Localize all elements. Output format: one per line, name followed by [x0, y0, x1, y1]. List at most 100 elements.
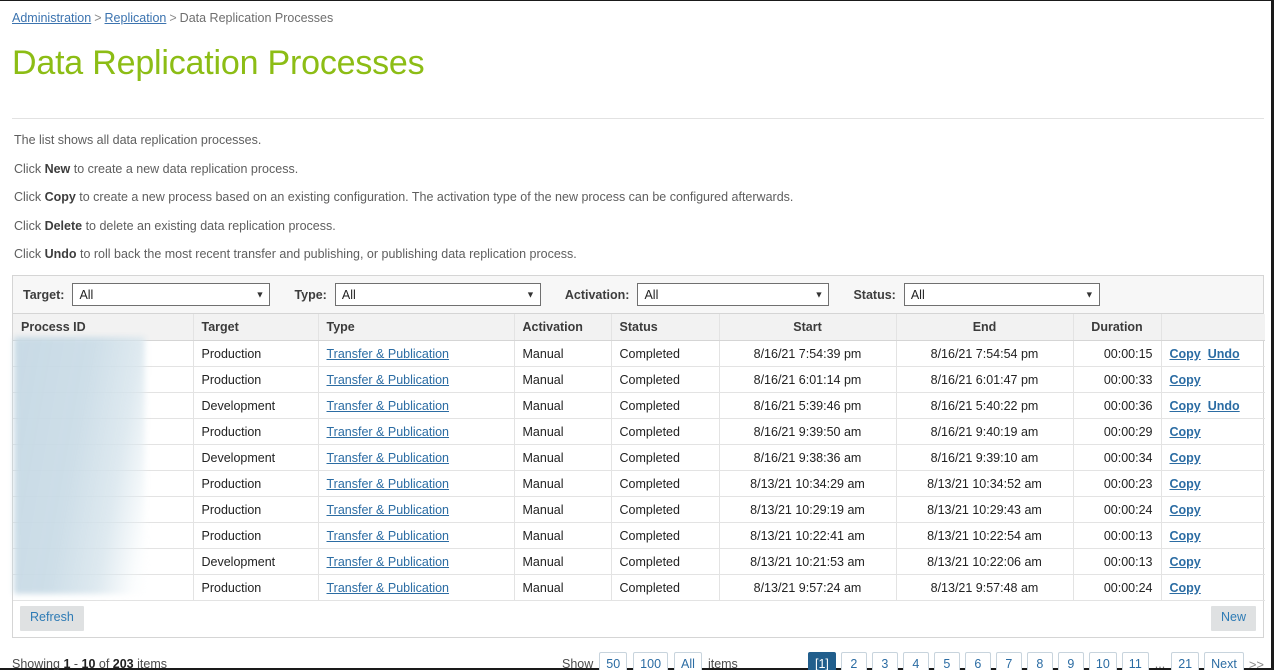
new-button[interactable]: New: [1210, 606, 1256, 632]
page-link-8[interactable]: 8: [1026, 652, 1053, 670]
cell-type: Transfer & Publication: [318, 548, 515, 576]
table-button-row: Refresh New: [13, 601, 1263, 638]
process-type-link[interactable]: Transfer & Publication: [327, 477, 450, 491]
page-link-10[interactable]: 10: [1088, 652, 1117, 670]
process-type-link[interactable]: Transfer & Publication: [327, 373, 450, 387]
refresh-button[interactable]: Refresh: [20, 606, 84, 632]
filter-select-activation[interactable]: All ▼: [637, 283, 830, 307]
cell-status: Completed: [611, 366, 720, 394]
page-link-3[interactable]: 3: [871, 652, 898, 670]
intro-line-1-text: The list shows all data replication proc…: [14, 133, 262, 148]
undo-link[interactable]: Undo: [1208, 347, 1240, 361]
table-footer: Showing 1 - 10 of 203 items Show 50 100 …: [12, 651, 1264, 670]
table-row: Production Transfer & Publication Manual Co…: [13, 574, 1265, 602]
page-link-5[interactable]: 5: [933, 652, 960, 670]
copy-link[interactable]: Copy: [1170, 373, 1201, 387]
cell-end: 8/16/21 9:40:19 am: [896, 418, 1074, 446]
copy-link[interactable]: Copy: [1170, 581, 1201, 595]
intro-line-5: Click Undo to roll back the most recent …: [14, 247, 1261, 261]
cell-duration: 00:00:23: [1073, 470, 1162, 498]
cell-process-id: [13, 522, 194, 550]
breadcrumb-link-replication[interactable]: Replication: [105, 11, 167, 25]
process-type-link[interactable]: Transfer & Publication: [327, 581, 450, 595]
page-size-50[interactable]: 50: [599, 652, 628, 670]
page-title: Data Replication Processes: [12, 44, 425, 82]
copy-link[interactable]: Copy: [1170, 425, 1201, 439]
page-link-1[interactable]: [1]: [807, 652, 836, 670]
page-link-4[interactable]: 4: [902, 652, 929, 670]
filter-select-status[interactable]: All ▼: [903, 283, 1100, 307]
filter-label-target: Target:: [23, 287, 65, 302]
process-type-link[interactable]: Transfer & Publication: [327, 399, 450, 413]
last-page-button[interactable]: >>: [1249, 657, 1264, 670]
cell-process-id: [13, 470, 194, 498]
column-header-process-id[interactable]: Process ID: [13, 314, 194, 342]
filter-label-activation: Activation:: [564, 287, 630, 302]
copy-link[interactable]: Copy: [1170, 347, 1201, 361]
breadcrumb-link-administration[interactable]: Administration: [12, 11, 91, 25]
cell-activation: Manual: [514, 392, 612, 420]
copy-link[interactable]: Copy: [1170, 451, 1201, 465]
cell-activation: Manual: [514, 522, 612, 550]
filter-select-target[interactable]: All ▼: [72, 283, 271, 307]
process-type-link[interactable]: Transfer & Publication: [327, 425, 450, 439]
page-link-last[interactable]: 21: [1171, 652, 1200, 670]
column-header-type[interactable]: Type: [318, 314, 515, 342]
cell-end: 8/13/21 10:34:52 am: [896, 470, 1074, 498]
copy-link[interactable]: Copy: [1170, 477, 1201, 491]
cell-type: Transfer & Publication: [318, 392, 515, 420]
cell-end: 8/13/21 9:57:48 am: [896, 574, 1074, 602]
column-header-status[interactable]: Status: [611, 314, 720, 342]
filter-group-target: Target: All ▼: [23, 283, 294, 307]
process-type-link[interactable]: Transfer & Publication: [327, 451, 450, 465]
filter-group-status: Status: All ▼: [853, 283, 1100, 307]
cell-activation: Manual: [514, 444, 612, 472]
pagination: [1] 2 3 4 5 6 7 8 9 10 11... 21 Next >>: [807, 652, 1264, 670]
filter-label-status: Status:: [853, 287, 896, 302]
cell-target: Production: [193, 366, 319, 394]
column-header-activation[interactable]: Activation: [514, 314, 612, 342]
cell-actions: Copy: [1161, 522, 1265, 550]
copy-link[interactable]: Copy: [1170, 555, 1201, 569]
undo-link[interactable]: Undo: [1208, 399, 1240, 413]
next-page-button[interactable]: Next: [1204, 652, 1244, 670]
process-type-link[interactable]: Transfer & Publication: [327, 529, 450, 543]
page-size-all[interactable]: All: [674, 652, 702, 670]
copy-link[interactable]: Copy: [1170, 399, 1201, 413]
breadcrumb-current: Data Replication Processes: [179, 11, 334, 25]
page-link-11[interactable]: 11: [1121, 652, 1149, 670]
intro-line-3-post: to create a new process based on an exis…: [75, 190, 794, 205]
cell-start: 8/13/21 10:22:41 am: [719, 522, 897, 550]
cell-actions: Copy: [1161, 444, 1265, 472]
copy-link[interactable]: Copy: [1170, 503, 1201, 517]
copy-link[interactable]: Copy: [1170, 529, 1201, 543]
cell-type: Transfer & Publication: [318, 418, 515, 446]
column-header-duration[interactable]: Duration: [1073, 314, 1162, 342]
column-header-start[interactable]: Start: [719, 314, 897, 342]
column-header-end[interactable]: End: [896, 314, 1074, 342]
intro-line-4-pre: Click: [14, 218, 45, 233]
column-header-actions: [1161, 314, 1265, 342]
breadcrumb-separator: >: [169, 11, 177, 25]
page-size-100[interactable]: 100: [633, 652, 669, 670]
column-header-target[interactable]: Target: [193, 314, 319, 342]
cell-activation: Manual: [514, 366, 612, 394]
page-size-control: Show 50 100 All items: [562, 652, 738, 670]
cell-duration: 00:00:15: [1073, 340, 1162, 368]
process-type-link[interactable]: Transfer & Publication: [327, 347, 450, 361]
page-link-7[interactable]: 7: [995, 652, 1022, 670]
cell-process-id: [13, 418, 194, 446]
showing-label: Showing 1 - 10 of 203 items: [12, 657, 167, 670]
cell-process-id: [13, 340, 194, 368]
page-link-2[interactable]: 2: [840, 652, 867, 670]
filter-select-type[interactable]: All ▼: [334, 283, 541, 307]
filter-group-type: Type: All ▼: [294, 283, 564, 307]
process-type-link[interactable]: Transfer & Publication: [327, 555, 450, 569]
items-label: items: [707, 657, 738, 670]
process-table-body: Production Transfer & Publication Manual Co…: [13, 340, 1265, 602]
page-link-6[interactable]: 6: [964, 652, 991, 670]
cell-target: Production: [193, 418, 319, 446]
page-link-9[interactable]: 9: [1057, 652, 1084, 670]
cell-target: Development: [193, 392, 319, 420]
process-type-link[interactable]: Transfer & Publication: [327, 503, 450, 517]
